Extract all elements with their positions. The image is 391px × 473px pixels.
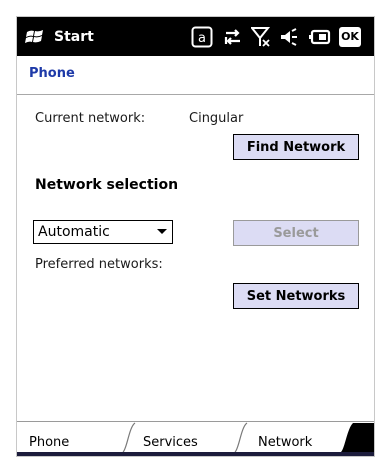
network-selection-value: Automatic — [38, 224, 110, 240]
tab-bar-underline — [17, 452, 374, 456]
select-button[interactable]: Select — [233, 220, 359, 246]
preferred-networks-label: Preferred networks: — [35, 257, 163, 272]
svg-text:a: a — [198, 31, 206, 46]
start-menu-button[interactable]: Start — [25, 17, 94, 56]
phone-screen: Start a OK Phone Current network: Cingul… — [16, 16, 375, 457]
current-network-label: Current network: — [35, 111, 146, 126]
status-bar: Start a OK — [17, 17, 374, 56]
a-indicator-icon[interactable]: a — [191, 26, 213, 48]
battery-icon[interactable] — [309, 29, 331, 45]
start-label: Start — [54, 28, 94, 45]
tab-services[interactable]: Services — [143, 435, 198, 450]
page-title: Phone — [29, 66, 75, 81]
ok-button[interactable]: OK — [339, 26, 361, 47]
no-signal-icon[interactable] — [251, 26, 271, 48]
find-network-button[interactable]: Find Network — [233, 134, 359, 160]
network-selection-dropdown[interactable]: Automatic — [33, 220, 173, 244]
title-divider — [17, 94, 374, 95]
system-tray: a OK — [191, 17, 361, 56]
tab-network[interactable]: Network — [258, 435, 312, 450]
speaker-icon[interactable] — [279, 27, 299, 47]
chevron-down-icon — [152, 228, 172, 236]
data-connection-icon[interactable] — [223, 27, 243, 47]
tab-phone[interactable]: Phone — [29, 435, 69, 450]
network-selection-heading: Network selection — [35, 177, 179, 193]
current-network-value: Cingular — [189, 111, 244, 126]
windows-flag-icon — [25, 28, 45, 46]
set-networks-button[interactable]: Set Networks — [233, 283, 359, 309]
